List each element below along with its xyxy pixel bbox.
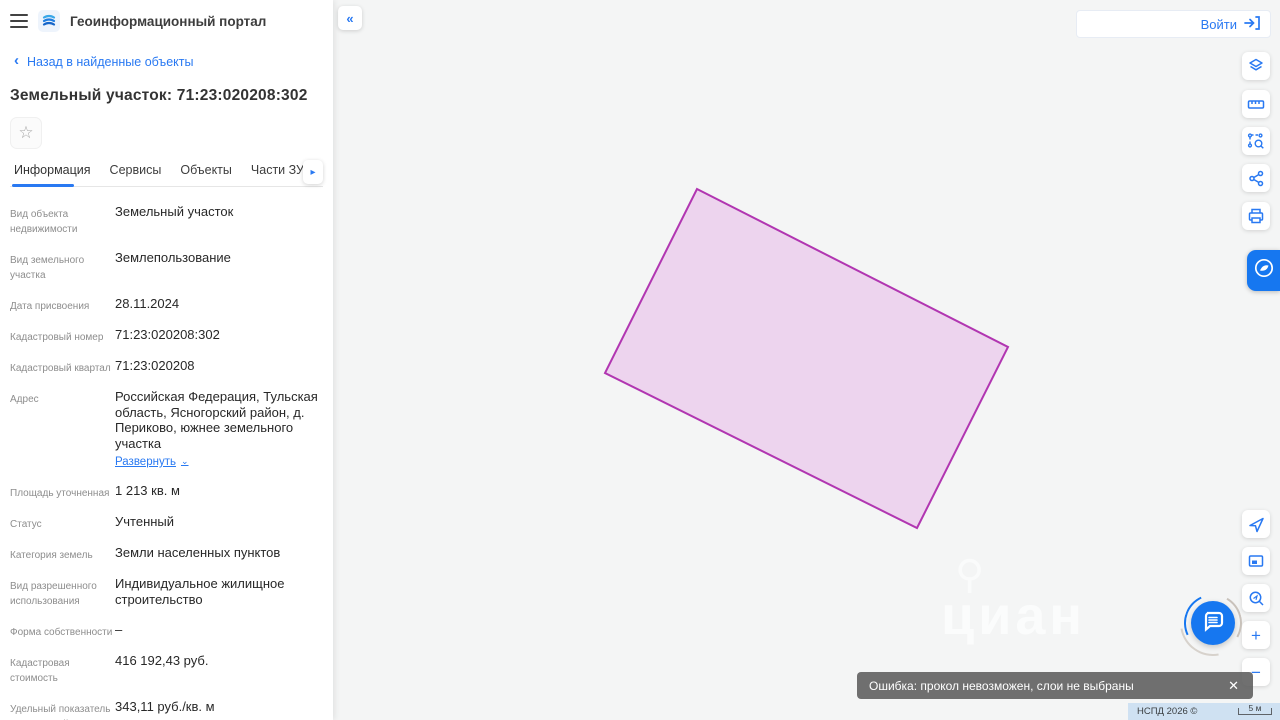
attributes-list: Вид объекта недвижимости Земельный участ… [10,204,323,720]
printer-icon [1247,207,1265,225]
close-icon[interactable]: ✕ [1226,678,1241,694]
field-parcel-type: Вид земельного участка Землепользование [10,250,231,281]
field-specific-cadastral-value: Удельный показатель кадастровой стоимост… [10,699,215,720]
field-status: Статус Учтенный [10,514,175,530]
field-assignment-date: Дата присвоения 28.11.2024 [10,296,180,312]
favorite-star-button[interactable]: ☆ [10,117,42,149]
measure-button[interactable] [1242,90,1270,118]
app-title: Геоинформационный портал [70,13,267,29]
panel-header: Геоинформационный портал [10,0,323,38]
puncture-pin-icon [1253,257,1275,284]
field-address: Адрес Российская Федерация, Тульская обл… [10,389,318,469]
layers-icon [1247,57,1265,75]
attribution-text: НСПД 2026 © [1137,706,1198,717]
layers-button[interactable] [1242,52,1270,80]
scale-label: 5 м [1248,703,1262,713]
area-selection-icon [1247,132,1265,150]
field-land-category: Категория земель Земли населенных пункто… [10,545,281,561]
tab-objects[interactable]: Объекты [180,163,232,177]
land-parcel-polygon[interactable] [603,187,1010,530]
back-to-results-link[interactable]: ‹ Назад в найденные объекты [14,52,323,69]
app-window: Геоинформационный портал ‹ Назад в найде… [0,0,1280,720]
chevron-right-icon: ▸ [310,166,316,178]
select-area-button[interactable] [1242,127,1270,155]
map-canvas[interactable]: ⚲ циан « Войти + − Ошибка: прокол невозм… [333,0,1280,720]
chat-bubble-icon [1200,608,1226,639]
parcel-layer [603,187,1010,530]
locate-arrow-icon [1248,516,1265,533]
minimap-button[interactable] [1242,547,1270,575]
my-location-button[interactable] [1242,510,1270,538]
ruler-icon [1247,95,1265,113]
chat-widget-button[interactable] [1191,601,1235,645]
login-icon [1244,15,1260,33]
chevron-down-icon: ⌄ [180,455,189,466]
search-on-map-button[interactable] [1242,584,1270,612]
zoom-in-button[interactable]: + [1242,621,1270,649]
portal-logo-icon [38,10,60,32]
login-button[interactable]: Войти [1076,10,1271,38]
field-cadastral-number: Кадастровый номер 71:23:020208:302 [10,327,220,343]
tabs-scroll-right-button[interactable]: ▸ [303,160,323,184]
field-cadastral-quarter: Кадастровый квартал 71:23:020208 [10,358,195,374]
error-toast: Ошибка: прокол невозможен, слои не выбра… [857,672,1253,699]
minimap-icon [1247,552,1265,570]
field-area: Площадь уточненная 1 213 кв. м [10,483,180,499]
object-info-panel: Геоинформационный портал ‹ Назад в найде… [0,0,333,720]
error-toast-message: Ошибка: прокол невозможен, слои не выбра… [869,678,1134,693]
field-ownership-form: Форма собственности – [10,622,123,638]
share-icon [1248,170,1265,187]
puncture-tool-button-active[interactable] [1247,250,1280,291]
back-link-label: Назад в найденные объекты [27,54,194,69]
tab-bar: Информация Сервисы Объекты Части ЗУ Сост… [10,160,323,187]
tab-services[interactable]: Сервисы [110,163,162,177]
expand-address-link[interactable]: Развернуть ⌄ [115,455,189,469]
map-attribution-bar: НСПД 2026 © 5 м [1128,703,1280,720]
search-location-icon [1248,590,1265,607]
field-object-type: Вид объекта недвижимости Земельный участ… [10,204,234,235]
login-label: Войти [1200,16,1237,32]
tab-parts[interactable]: Части ЗУ [251,163,304,177]
menu-icon[interactable] [10,14,28,28]
double-chevron-left-icon: « [346,10,354,26]
scale-bar: 5 м [1238,703,1272,715]
print-button[interactable] [1242,202,1270,230]
field-cadastral-value: Кадастровая стоимость 416 192,43 руб. [10,653,209,684]
collapse-panel-button[interactable]: « [338,6,362,30]
tab-information[interactable]: Информация [14,163,91,177]
chevron-left-icon: ‹ [14,52,19,69]
plus-icon: + [1251,625,1261,645]
share-button[interactable] [1242,164,1270,192]
page-title: Земельный участок: 71:23:020208:302 [10,87,308,104]
star-icon: ☆ [18,123,34,142]
field-permitted-use: Вид разрешенного использования Индивидуа… [10,576,285,607]
